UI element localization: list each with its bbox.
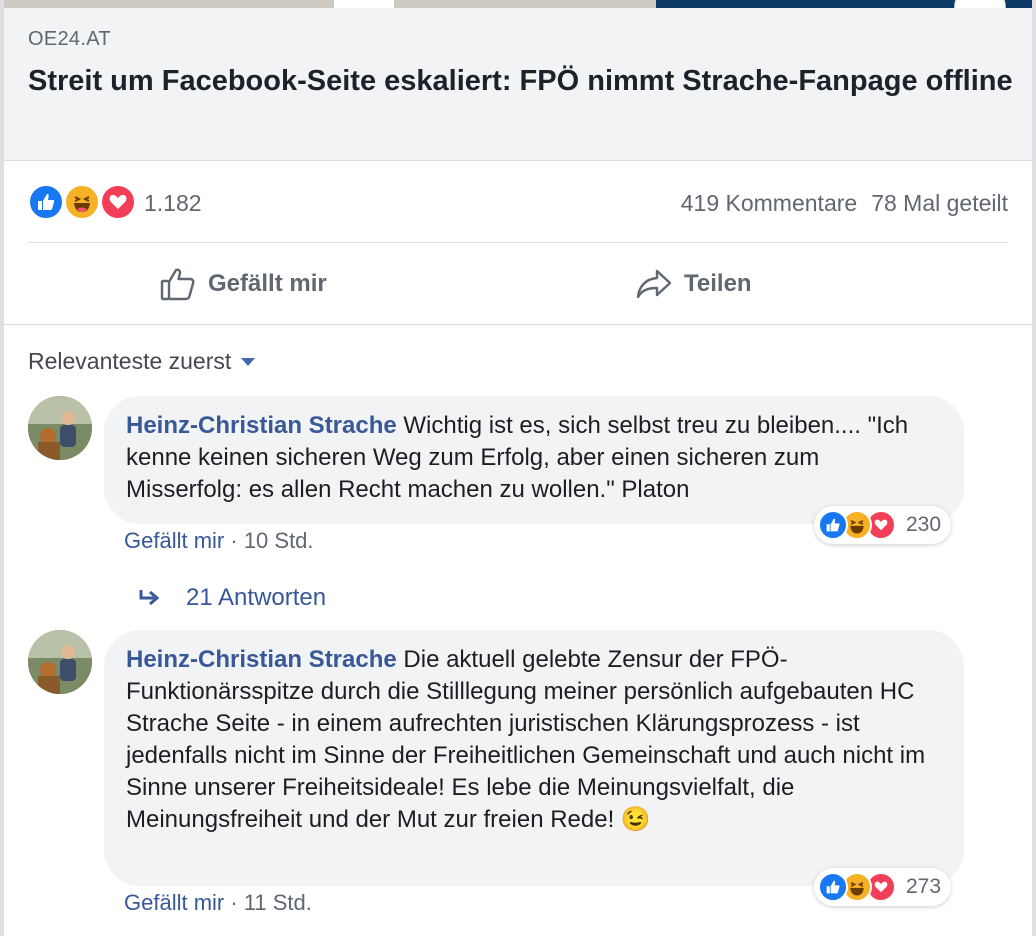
thumbs-up-icon: [160, 268, 195, 301]
replies-count: 21 Antworten: [186, 584, 327, 611]
comment-sort-dropdown[interactable]: Relevanteste zuerst: [28, 348, 256, 375]
like-button[interactable]: Gefällt mir: [160, 246, 327, 322]
post-actions: Gefällt mir Teilen: [28, 246, 1008, 322]
caret-down-icon: [241, 357, 256, 366]
avatar[interactable]: [28, 396, 92, 460]
comment-like-link[interactable]: Gefällt mir: [124, 528, 224, 553]
comment-reactions[interactable]: 273: [814, 868, 952, 906]
like-reaction-icon: [28, 184, 64, 220]
comment-time[interactable]: 10 Std.: [244, 528, 314, 553]
like-reaction-icon: [818, 872, 848, 902]
comment-bubble: Heinz-Christian Strache Die aktuell gele…: [104, 630, 964, 886]
divider: [4, 324, 1032, 325]
comment-meta: Gefällt mir · 11 Std.: [124, 890, 312, 915]
comment-share-counts: 419 Kommentare 78 Mal geteilt: [667, 190, 1008, 217]
comment-author[interactable]: Heinz-Christian Strache: [126, 412, 397, 439]
like-button-label: Gefällt mir: [208, 270, 327, 297]
comment-text: Die aktuell gelebte Zensur der FPÖ-Funkt…: [126, 646, 926, 833]
love-reaction-icon: [100, 184, 136, 220]
share-count[interactable]: 78 Mal geteilt: [871, 190, 1008, 216]
comment-like-link[interactable]: Gefällt mir: [124, 890, 224, 915]
comment-author[interactable]: Heinz-Christian Strache: [126, 646, 397, 673]
comment-count[interactable]: 419 Kommentare: [681, 190, 857, 216]
post-stats: 1.182 419 Kommentare 78 Mal geteilt: [28, 176, 1008, 232]
comment-reactions[interactable]: 230: [814, 506, 952, 544]
comment-time[interactable]: 11 Std.: [244, 890, 312, 915]
share-button-label: Teilen: [684, 270, 752, 297]
reply-arrow-icon: [139, 590, 160, 606]
link-preview-image[interactable]: [4, 0, 1032, 8]
share-arrow-icon: [636, 269, 672, 299]
comment-reaction-count: 273: [906, 875, 942, 898]
comment-bubble: Heinz-Christian Strache Wichtig ist es, …: [104, 396, 964, 524]
like-reaction-icon: [818, 510, 848, 540]
avatar[interactable]: [28, 630, 92, 694]
link-preview[interactable]: OE24.AT Streit um Facebook-Seite eskalie…: [4, 8, 1032, 161]
post-card: i OE24.AT Streit um Facebook-Seite eskal…: [4, 0, 1032, 936]
comment-meta: Gefällt mir · 10 Std.: [124, 528, 314, 553]
reaction-count[interactable]: 1.182: [144, 190, 202, 217]
share-button[interactable]: Teilen: [636, 246, 752, 322]
comment-reaction-count: 230: [906, 513, 942, 536]
link-domain: OE24.AT: [28, 28, 111, 50]
haha-reaction-icon: [64, 184, 100, 220]
link-headline[interactable]: Streit um Facebook-Seite eskaliert: FPÖ …: [28, 62, 1018, 100]
sort-label: Relevanteste zuerst: [28, 348, 232, 374]
view-replies-link[interactable]: 21 Antworten: [138, 584, 326, 612]
divider: [28, 242, 1008, 243]
